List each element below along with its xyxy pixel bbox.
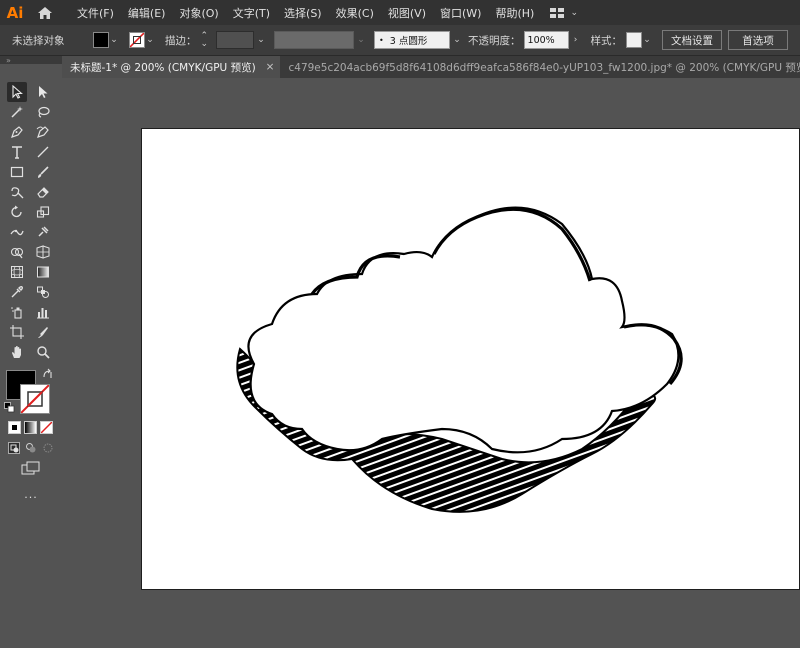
tab-image-file-label: c479e5c204acb69f5d8f64108d6dff9eafca586f… (288, 61, 800, 74)
puppet-warp-tool-icon[interactable] (33, 222, 53, 242)
swap-colors-icon[interactable] (42, 368, 54, 380)
blend-tool-icon[interactable] (33, 282, 53, 302)
menu-bar: Ai 文件(F) 编辑(E) 对象(O) 文字(T) 选择(S) 效果(C) 视… (0, 0, 800, 25)
profile-dropdown-icon[interactable]: ⌄ (356, 35, 366, 45)
hand-tool-icon[interactable] (7, 342, 27, 362)
rotate-tool-icon[interactable] (7, 202, 27, 222)
opacity-label: 不透明度： (468, 34, 521, 47)
draw-inside-icon[interactable] (42, 442, 54, 454)
symbol-sprayer-tool-icon[interactable] (7, 302, 27, 322)
chevron-down-icon: ⌄ (570, 7, 579, 18)
selection-tool-icon[interactable] (7, 82, 27, 102)
screen-mode-icon[interactable] (21, 461, 41, 475)
document-tabs: 未标题-1* @ 200% (CMYK/GPU 预览) × c479e5c204… (62, 56, 800, 78)
shape-builder-tool-icon[interactable] (7, 242, 27, 262)
edit-toolbar-button[interactable]: ... (0, 488, 62, 501)
opacity-value: 100% (527, 34, 555, 46)
mesh-tool-icon[interactable] (7, 262, 27, 282)
menu-view[interactable]: 视图(V) (381, 5, 433, 21)
shaper-tool-icon[interactable] (7, 182, 27, 202)
stroke-swatch[interactable] (129, 32, 145, 48)
stroke-weight-dropdown-icon[interactable]: ⌄ (256, 35, 266, 45)
graphic-style-swatch[interactable] (626, 32, 643, 48)
brush-value: 3 点圆形 (389, 36, 428, 47)
menu-file[interactable]: 文件(F) (70, 5, 121, 21)
tab-image-file[interactable]: c479e5c204acb69f5d8f64108d6dff9eafca586f… (280, 56, 800, 78)
brush-dropdown-icon[interactable]: ⌄ (452, 35, 462, 45)
tab-untitled[interactable]: 未标题-1* @ 200% (CMYK/GPU 预览) × (62, 56, 281, 78)
paintbrush-tool-icon[interactable] (33, 162, 53, 182)
color-mode-icon[interactable] (8, 421, 21, 434)
stroke-color-box[interactable] (20, 384, 50, 414)
control-bar: 未选择对象 ⌄ ⌄ 描边： ⌃ ⌄ ⌄ ⌄ • 3 点圆形 ⌄ 不透明度： 100… (0, 25, 800, 56)
line-segment-tool-icon[interactable] (33, 142, 53, 162)
preferences-button[interactable]: 首选项 (728, 30, 789, 50)
panel-collapse-handle[interactable]: » (0, 56, 62, 65)
app-logo: Ai (6, 3, 24, 22)
menu-help[interactable]: 帮助(H) (488, 5, 541, 21)
magic-wand-tool-icon[interactable] (7, 102, 27, 122)
fill-dropdown-icon[interactable]: ⌄ (109, 35, 119, 45)
style-label: 样式： (590, 34, 623, 47)
eraser-tool-icon[interactable] (33, 182, 53, 202)
close-icon[interactable]: × (266, 61, 275, 73)
menu-edit[interactable]: 编辑(E) (121, 5, 173, 21)
style-dropdown-icon[interactable]: ⌄ (642, 35, 652, 45)
menu-object[interactable]: 对象(O) (172, 5, 225, 21)
none-mode-icon[interactable] (40, 421, 53, 434)
brush-definition[interactable]: • 3 点圆形 (374, 31, 451, 49)
type-tool-icon[interactable] (7, 142, 27, 162)
lasso-tool-icon[interactable] (33, 102, 53, 122)
scale-tool-icon[interactable] (33, 202, 53, 222)
cloud-illustration[interactable] (142, 129, 799, 589)
artboard[interactable] (141, 128, 800, 590)
stroke-label: 描边： (165, 34, 197, 47)
perspective-grid-tool-icon[interactable] (33, 242, 53, 262)
cloud-body (247, 206, 680, 454)
variable-width-profile[interactable] (274, 31, 355, 49)
default-colors-icon[interactable] (4, 402, 15, 413)
menu-window[interactable]: 窗口(W) (433, 5, 488, 21)
home-icon[interactable] (30, 0, 60, 25)
selection-status: 未选择对象 (12, 34, 65, 47)
tab-untitled-label: 未标题-1* @ 200% (CMYK/GPU 预览) (70, 61, 256, 74)
document-setup-button[interactable]: 文档设置 (662, 30, 723, 50)
direct-selection-tool-icon[interactable] (33, 82, 53, 102)
tools-panel: » ... (0, 56, 63, 648)
curvature-tool-icon[interactable] (33, 122, 53, 142)
artboard-tool-icon[interactable] (7, 322, 27, 342)
stroke-stepper[interactable]: ⌃ ⌄ (201, 32, 209, 49)
gradient-mode-icon[interactable] (24, 421, 37, 434)
rectangle-tool-icon[interactable] (7, 162, 27, 182)
width-tool-icon[interactable] (7, 222, 27, 242)
zoom-tool-icon[interactable] (33, 342, 53, 362)
eyedropper-tool-icon[interactable] (7, 282, 27, 302)
chevron-right-icon[interactable]: › (571, 35, 581, 45)
gradient-tool-icon[interactable] (33, 262, 53, 282)
opacity-input[interactable]: 100% (523, 31, 569, 49)
draw-behind-icon[interactable] (25, 442, 37, 454)
workspace-switcher[interactable]: ⌄ (549, 7, 579, 19)
column-graph-tool-icon[interactable] (33, 302, 53, 322)
menu-effect[interactable]: 效果(C) (329, 5, 381, 21)
pen-tool-icon[interactable] (7, 122, 27, 142)
brush-dot-icon: • (379, 35, 384, 45)
menu-select[interactable]: 选择(S) (277, 5, 329, 21)
stroke-dropdown-icon[interactable]: ⌄ (145, 35, 155, 45)
slice-tool-icon[interactable] (33, 322, 53, 342)
draw-normal-icon[interactable] (8, 442, 20, 454)
fill-swatch[interactable] (93, 32, 109, 48)
stroke-weight-input[interactable] (216, 31, 255, 49)
menu-type[interactable]: 文字(T) (226, 5, 277, 21)
workspace-grid-icon (550, 7, 565, 18)
